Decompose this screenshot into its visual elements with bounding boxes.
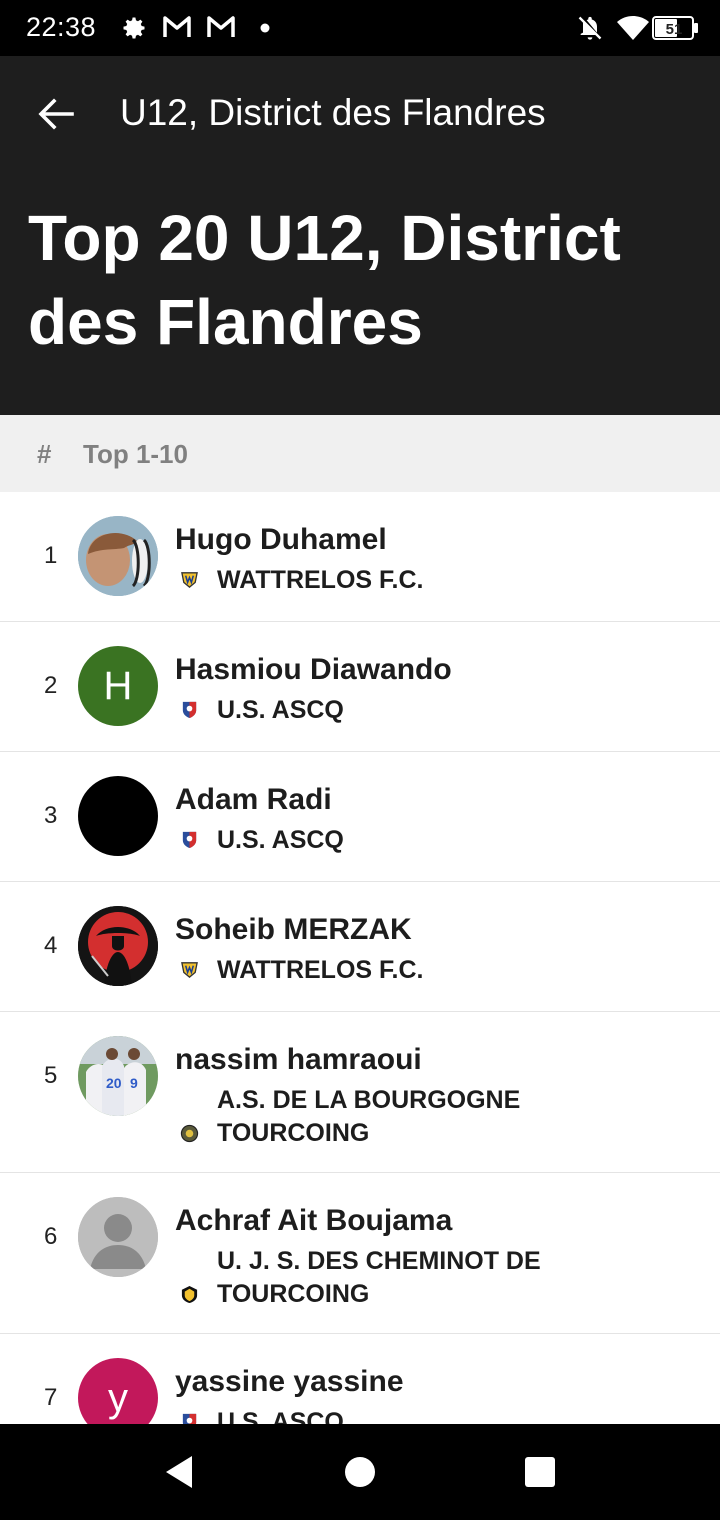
club-name: U.S. ASCQ — [217, 826, 344, 854]
club-name: A.S. DE LA BOURGOGNE TOURCOING — [217, 1086, 521, 1147]
player-avatar: y — [78, 1358, 158, 1424]
page-title: Top 20 U12, District des Flandres — [28, 202, 621, 358]
player-row[interactable]: 2 H Hasmiou Diawando U.S. ASCQ — [0, 622, 720, 752]
player-row[interactable]: 6 Achraf Ait Boujama U. J. S. DES CHEMIN… — [0, 1173, 720, 1334]
settings-icon — [123, 17, 145, 39]
club-name: U. J. S. DES CHEMINOT DE TOURCOING — [217, 1247, 541, 1308]
player-name: Achraf Ait Boujama — [175, 1204, 453, 1237]
player-name: yassine yassine — [175, 1365, 404, 1398]
club-name: WATTRELOS F.C. — [217, 566, 424, 594]
club-name: WATTRELOS F.C. — [217, 956, 424, 984]
player-avatar — [78, 1197, 158, 1277]
player-row[interactable]: 3 Adam Radi U.S. ASCQ — [0, 752, 720, 882]
player-row[interactable]: 1 Hugo Duhamel WATTRELOS F.C. — [0, 492, 720, 622]
player-name: Adam Radi — [175, 783, 332, 816]
status-time: 22:38 — [26, 12, 97, 42]
avatar-initial: H — [103, 663, 133, 708]
player-name: nassim hamraoui — [175, 1043, 422, 1076]
rank-column-header: # — [37, 439, 52, 469]
ascq-badge-icon — [182, 831, 197, 849]
svg-text:9: 9 — [130, 1075, 138, 1091]
player-photo: 20 9 — [78, 1036, 158, 1116]
player-row[interactable]: 5 20 9 nassim hamraoui A.S. DE LA BOURGO… — [0, 1012, 720, 1173]
player-name: Hasmiou Diawando — [175, 653, 452, 686]
player-avatar — [78, 906, 158, 986]
player-avatar — [78, 776, 158, 856]
player-avatar: H — [78, 646, 158, 726]
rank-number: 4 — [44, 932, 58, 959]
back-arrow-icon[interactable] — [32, 90, 80, 138]
ascq-badge-icon — [182, 1413, 197, 1424]
rank-number: 2 — [44, 672, 58, 699]
player-row[interactable]: 7 y yassine yassine U.S. ASCQ — [0, 1334, 720, 1424]
player-avatar: 20 9 — [78, 1036, 158, 1116]
gmail-icon — [207, 16, 235, 37]
gmail-icon — [163, 16, 191, 37]
rank-number: 3 — [44, 802, 58, 829]
club-name: U.S. ASCQ — [217, 1408, 344, 1424]
svg-text:20: 20 — [106, 1075, 122, 1091]
battery-level: 51 — [666, 21, 683, 38]
player-photo — [78, 516, 158, 596]
notifications-off-icon — [578, 16, 602, 40]
rank-number: 7 — [44, 1384, 58, 1411]
ascq-badge-icon — [182, 701, 197, 719]
appbar-title: U12, District des Flandres — [120, 92, 546, 133]
nav-back-icon[interactable] — [160, 1452, 200, 1492]
system-nav-bar — [0, 1424, 720, 1520]
default-avatar-icon — [78, 1197, 158, 1277]
player-name: Soheib MERZAK — [175, 913, 412, 946]
rank-number: 6 — [44, 1223, 58, 1250]
status-bar: 22:38 51 — [0, 0, 720, 56]
player-avatar — [78, 516, 158, 596]
section-header: # Top 1-10 — [0, 415, 720, 492]
avatar-initial: y — [108, 1375, 128, 1420]
battery-icon: 51 — [652, 16, 698, 40]
rank-number: 5 — [44, 1062, 58, 1089]
ranking-list: 1 Hugo Duhamel WATTRELOS F.C. 2 H Hasmio… — [0, 492, 720, 1424]
club-name: U.S. ASCQ — [217, 696, 344, 724]
player-row[interactable]: 4 Soheib MERZAK WATTRELOS F.C. — [0, 882, 720, 1012]
player-name: Hugo Duhamel — [175, 523, 387, 556]
bourgogne-badge-icon — [180, 1124, 199, 1143]
nav-recents-icon[interactable] — [520, 1452, 560, 1492]
rank-number: 1 — [44, 542, 58, 569]
wattrelos-badge-icon — [181, 962, 198, 978]
section-label: Top 1-10 — [83, 439, 188, 469]
notification-dot-icon — [260, 23, 270, 33]
header: U12, District des Flandres Top 20 U12, D… — [0, 56, 720, 415]
ujs-cheminot-badge-icon — [181, 1285, 198, 1304]
wattrelos-badge-icon — [181, 572, 198, 588]
nav-home-icon[interactable] — [340, 1452, 380, 1492]
wifi-icon — [617, 16, 649, 40]
player-photo — [78, 906, 158, 986]
